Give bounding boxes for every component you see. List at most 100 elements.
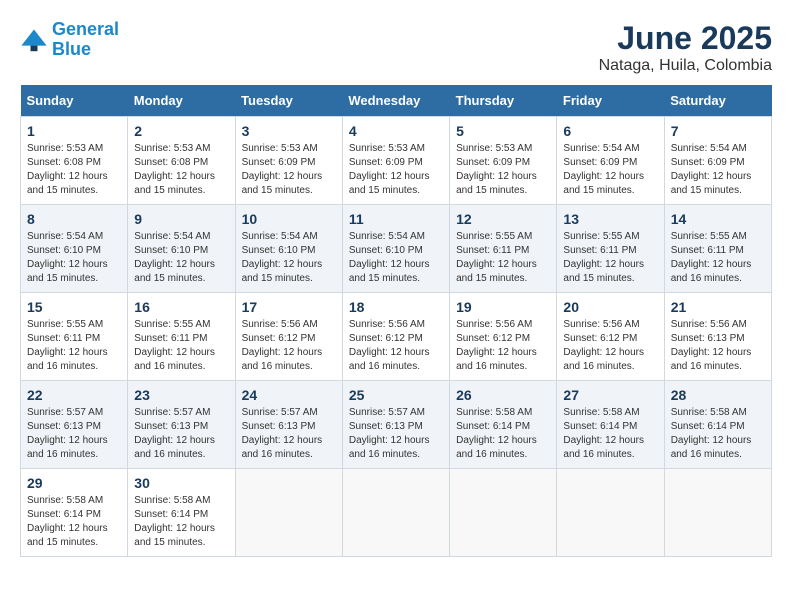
day-number: 28 — [671, 387, 765, 403]
day-number: 13 — [563, 211, 657, 227]
weekday-header-saturday: Saturday — [664, 85, 771, 117]
day-number: 23 — [134, 387, 228, 403]
calendar-cell: 7 Sunrise: 5:54 AM Sunset: 6:09 PM Dayli… — [664, 117, 771, 205]
calendar-cell: 3 Sunrise: 5:53 AM Sunset: 6:09 PM Dayli… — [235, 117, 342, 205]
day-number: 11 — [349, 211, 443, 227]
day-number: 14 — [671, 211, 765, 227]
day-info: Sunrise: 5:58 AM Sunset: 6:14 PM Dayligh… — [456, 406, 550, 462]
day-info: Sunrise: 5:58 AM Sunset: 6:14 PM Dayligh… — [134, 494, 228, 550]
calendar-cell: 6 Sunrise: 5:54 AM Sunset: 6:09 PM Dayli… — [557, 117, 664, 205]
calendar-cell: 29 Sunrise: 5:58 AM Sunset: 6:14 PM Dayl… — [21, 469, 128, 557]
day-number: 12 — [456, 211, 550, 227]
calendar-cell: 15 Sunrise: 5:55 AM Sunset: 6:11 PM Dayl… — [21, 293, 128, 381]
calendar-body: 1 Sunrise: 5:53 AM Sunset: 6:08 PM Dayli… — [21, 117, 772, 557]
calendar-week-1: 1 Sunrise: 5:53 AM Sunset: 6:08 PM Dayli… — [21, 117, 772, 205]
calendar-header: SundayMondayTuesdayWednesdayThursdayFrid… — [21, 85, 772, 117]
calendar-week-3: 15 Sunrise: 5:55 AM Sunset: 6:11 PM Dayl… — [21, 293, 772, 381]
calendar-cell: 9 Sunrise: 5:54 AM Sunset: 6:10 PM Dayli… — [128, 205, 235, 293]
day-info: Sunrise: 5:54 AM Sunset: 6:09 PM Dayligh… — [563, 142, 657, 198]
day-number: 19 — [456, 299, 550, 315]
day-number: 6 — [563, 123, 657, 139]
calendar-table: SundayMondayTuesdayWednesdayThursdayFrid… — [20, 85, 772, 557]
calendar-cell: 26 Sunrise: 5:58 AM Sunset: 6:14 PM Dayl… — [450, 381, 557, 469]
calendar-cell: 30 Sunrise: 5:58 AM Sunset: 6:14 PM Dayl… — [128, 469, 235, 557]
calendar-cell — [557, 469, 664, 557]
weekday-header-sunday: Sunday — [21, 85, 128, 117]
weekday-header-thursday: Thursday — [450, 85, 557, 117]
day-number: 29 — [27, 475, 121, 491]
day-number: 17 — [242, 299, 336, 315]
calendar-cell: 24 Sunrise: 5:57 AM Sunset: 6:13 PM Dayl… — [235, 381, 342, 469]
day-number: 7 — [671, 123, 765, 139]
day-number: 24 — [242, 387, 336, 403]
day-info: Sunrise: 5:53 AM Sunset: 6:08 PM Dayligh… — [134, 142, 228, 198]
weekday-header-tuesday: Tuesday — [235, 85, 342, 117]
calendar-cell — [664, 469, 771, 557]
day-info: Sunrise: 5:54 AM Sunset: 6:10 PM Dayligh… — [242, 230, 336, 286]
day-number: 21 — [671, 299, 765, 315]
weekday-header-friday: Friday — [557, 85, 664, 117]
day-info: Sunrise: 5:55 AM Sunset: 6:11 PM Dayligh… — [563, 230, 657, 286]
calendar-cell: 5 Sunrise: 5:53 AM Sunset: 6:09 PM Dayli… — [450, 117, 557, 205]
day-info: Sunrise: 5:54 AM Sunset: 6:09 PM Dayligh… — [671, 142, 765, 198]
logo-icon — [20, 26, 48, 54]
calendar-week-5: 29 Sunrise: 5:58 AM Sunset: 6:14 PM Dayl… — [21, 469, 772, 557]
weekday-header-row: SundayMondayTuesdayWednesdayThursdayFrid… — [21, 85, 772, 117]
day-number: 2 — [134, 123, 228, 139]
day-info: Sunrise: 5:56 AM Sunset: 6:13 PM Dayligh… — [671, 318, 765, 374]
calendar-cell: 21 Sunrise: 5:56 AM Sunset: 6:13 PM Dayl… — [664, 293, 771, 381]
calendar-cell — [342, 469, 449, 557]
calendar-cell: 12 Sunrise: 5:55 AM Sunset: 6:11 PM Dayl… — [450, 205, 557, 293]
title-area: June 2025 Nataga, Huila, Colombia — [599, 20, 772, 75]
day-number: 16 — [134, 299, 228, 315]
day-number: 5 — [456, 123, 550, 139]
day-info: Sunrise: 5:54 AM Sunset: 6:10 PM Dayligh… — [27, 230, 121, 286]
logo: General Blue — [20, 20, 119, 60]
day-info: Sunrise: 5:53 AM Sunset: 6:08 PM Dayligh… — [27, 142, 121, 198]
calendar-cell: 25 Sunrise: 5:57 AM Sunset: 6:13 PM Dayl… — [342, 381, 449, 469]
day-info: Sunrise: 5:56 AM Sunset: 6:12 PM Dayligh… — [563, 318, 657, 374]
calendar-cell: 2 Sunrise: 5:53 AM Sunset: 6:08 PM Dayli… — [128, 117, 235, 205]
day-info: Sunrise: 5:56 AM Sunset: 6:12 PM Dayligh… — [456, 318, 550, 374]
day-number: 15 — [27, 299, 121, 315]
weekday-header-wednesday: Wednesday — [342, 85, 449, 117]
calendar-week-2: 8 Sunrise: 5:54 AM Sunset: 6:10 PM Dayli… — [21, 205, 772, 293]
calendar-cell: 18 Sunrise: 5:56 AM Sunset: 6:12 PM Dayl… — [342, 293, 449, 381]
calendar-cell: 17 Sunrise: 5:56 AM Sunset: 6:12 PM Dayl… — [235, 293, 342, 381]
day-number: 30 — [134, 475, 228, 491]
logo-text: General Blue — [52, 20, 119, 60]
day-info: Sunrise: 5:55 AM Sunset: 6:11 PM Dayligh… — [671, 230, 765, 286]
calendar-cell: 11 Sunrise: 5:54 AM Sunset: 6:10 PM Dayl… — [342, 205, 449, 293]
calendar-cell: 4 Sunrise: 5:53 AM Sunset: 6:09 PM Dayli… — [342, 117, 449, 205]
day-info: Sunrise: 5:53 AM Sunset: 6:09 PM Dayligh… — [349, 142, 443, 198]
calendar-cell: 16 Sunrise: 5:55 AM Sunset: 6:11 PM Dayl… — [128, 293, 235, 381]
day-number: 26 — [456, 387, 550, 403]
day-info: Sunrise: 5:56 AM Sunset: 6:12 PM Dayligh… — [242, 318, 336, 374]
day-info: Sunrise: 5:54 AM Sunset: 6:10 PM Dayligh… — [349, 230, 443, 286]
calendar-cell: 20 Sunrise: 5:56 AM Sunset: 6:12 PM Dayl… — [557, 293, 664, 381]
day-number: 3 — [242, 123, 336, 139]
calendar-cell: 28 Sunrise: 5:58 AM Sunset: 6:14 PM Dayl… — [664, 381, 771, 469]
day-info: Sunrise: 5:55 AM Sunset: 6:11 PM Dayligh… — [27, 318, 121, 374]
day-info: Sunrise: 5:55 AM Sunset: 6:11 PM Dayligh… — [456, 230, 550, 286]
day-info: Sunrise: 5:57 AM Sunset: 6:13 PM Dayligh… — [27, 406, 121, 462]
day-info: Sunrise: 5:57 AM Sunset: 6:13 PM Dayligh… — [134, 406, 228, 462]
calendar-cell: 1 Sunrise: 5:53 AM Sunset: 6:08 PM Dayli… — [21, 117, 128, 205]
calendar-cell: 13 Sunrise: 5:55 AM Sunset: 6:11 PM Dayl… — [557, 205, 664, 293]
day-info: Sunrise: 5:55 AM Sunset: 6:11 PM Dayligh… — [134, 318, 228, 374]
page-header: General Blue June 2025 Nataga, Huila, Co… — [20, 20, 772, 75]
calendar-cell — [235, 469, 342, 557]
calendar-week-4: 22 Sunrise: 5:57 AM Sunset: 6:13 PM Dayl… — [21, 381, 772, 469]
day-info: Sunrise: 5:56 AM Sunset: 6:12 PM Dayligh… — [349, 318, 443, 374]
location-title: Nataga, Huila, Colombia — [599, 57, 772, 75]
day-info: Sunrise: 5:53 AM Sunset: 6:09 PM Dayligh… — [456, 142, 550, 198]
day-info: Sunrise: 5:53 AM Sunset: 6:09 PM Dayligh… — [242, 142, 336, 198]
calendar-cell: 22 Sunrise: 5:57 AM Sunset: 6:13 PM Dayl… — [21, 381, 128, 469]
calendar-cell: 19 Sunrise: 5:56 AM Sunset: 6:12 PM Dayl… — [450, 293, 557, 381]
day-number: 4 — [349, 123, 443, 139]
calendar-cell: 27 Sunrise: 5:58 AM Sunset: 6:14 PM Dayl… — [557, 381, 664, 469]
day-info: Sunrise: 5:54 AM Sunset: 6:10 PM Dayligh… — [134, 230, 228, 286]
calendar-cell: 23 Sunrise: 5:57 AM Sunset: 6:13 PM Dayl… — [128, 381, 235, 469]
day-number: 1 — [27, 123, 121, 139]
day-number: 25 — [349, 387, 443, 403]
